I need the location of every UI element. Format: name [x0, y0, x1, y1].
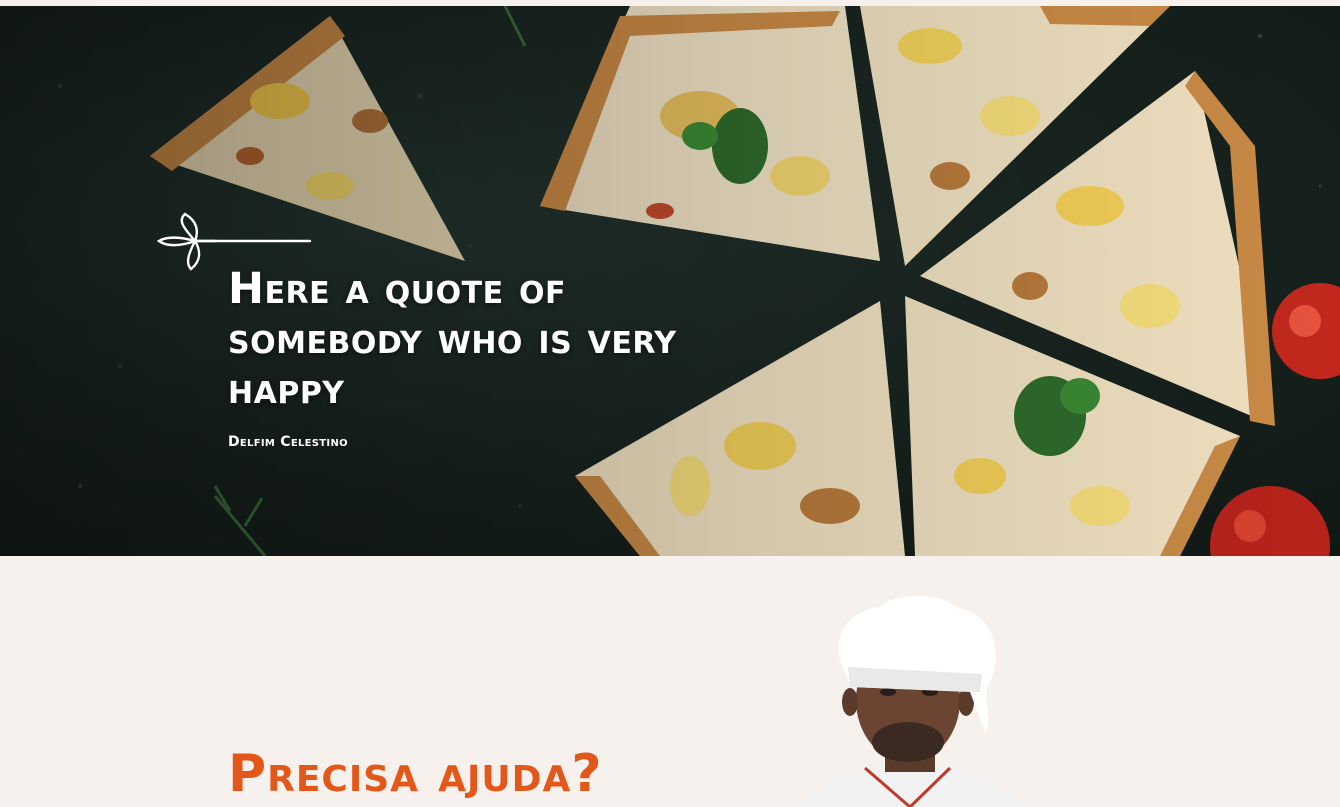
chef-portrait-image: [800, 595, 1025, 807]
testimonial-quote: Here a quote of somebody who is very hap…: [228, 264, 677, 414]
testimonial-hero: Here a quote of somebody who is very hap…: [0, 6, 1340, 556]
testimonial-author: Delfim Celestino: [228, 434, 348, 450]
help-title: Precisa ajuda?: [228, 744, 603, 804]
help-section: Precisa ajuda?: [0, 556, 1340, 807]
